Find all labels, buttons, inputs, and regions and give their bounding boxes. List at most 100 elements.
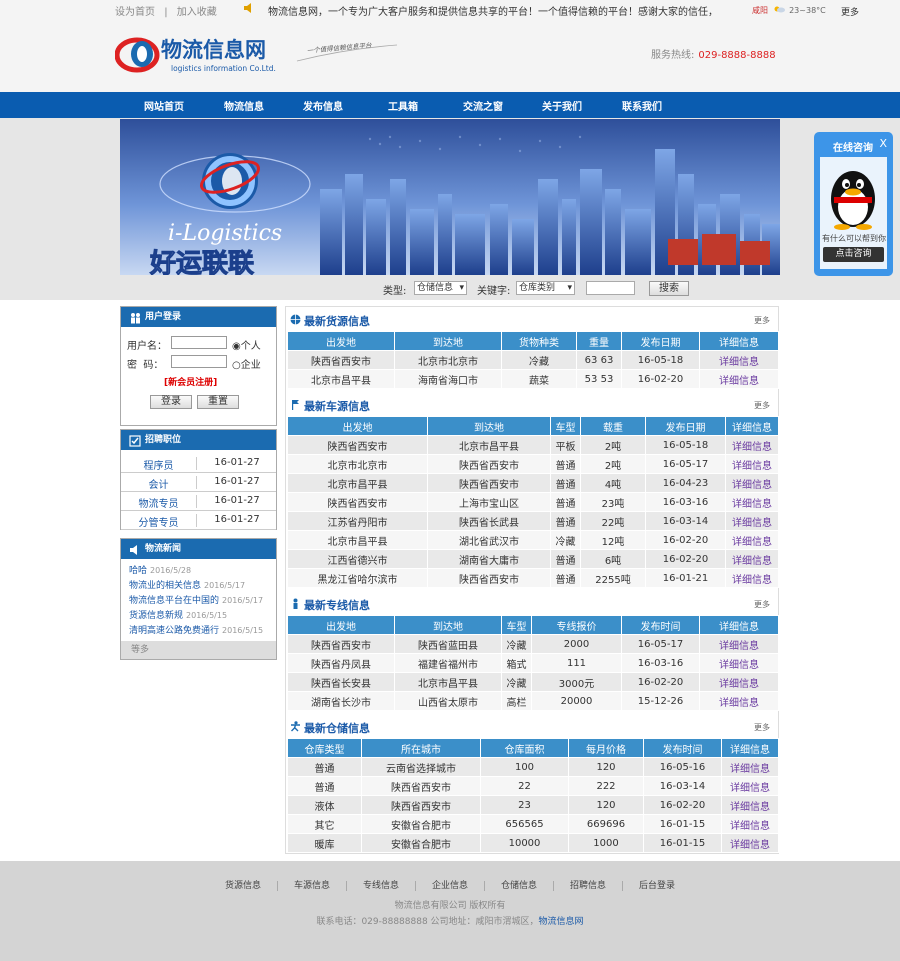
column-header: 详细信息 — [725, 416, 779, 436]
table-row: 江苏省丹阳市 陕西省长武县 普通 22吨 16-03-14 详细信息 — [287, 511, 779, 531]
radio-company[interactable]: ○企业 — [232, 356, 261, 371]
detail-link[interactable]: 详细信息 — [725, 473, 779, 493]
detail-link[interactable]: 详细信息 — [725, 454, 779, 474]
storage-more-link[interactable]: 更多 — [754, 722, 770, 733]
table-cell: 普通 — [550, 511, 581, 531]
detail-link[interactable]: 详细信息 — [699, 634, 779, 654]
detail-link[interactable]: 详细信息 — [725, 549, 779, 569]
detail-link[interactable]: 详细信息 — [721, 776, 779, 796]
detail-link[interactable]: 详细信息 — [721, 757, 779, 777]
goods-more-link[interactable]: 更多 — [754, 315, 770, 326]
login-button[interactable]: 登录 — [150, 395, 192, 409]
nav-publish[interactable]: 发布信息 — [303, 98, 343, 113]
password-input[interactable] — [171, 355, 227, 368]
table-cell: 陕西省西安市 — [287, 634, 395, 654]
table-row: 北京市北京市 陕西省西安市 普通 2吨 16-05-17 详细信息 — [287, 454, 779, 474]
nav-about[interactable]: 关于我们 — [542, 98, 582, 113]
storage-section-header: 最新仓储信息 更多 — [288, 718, 778, 736]
footer-site-link[interactable]: 物流信息网 — [539, 917, 584, 927]
weather-more-link[interactable]: 更多 — [841, 5, 859, 18]
detail-link[interactable]: 详细信息 — [725, 492, 779, 512]
footer-link[interactable]: 货源信息 — [208, 881, 278, 891]
detail-link[interactable]: 详细信息 — [725, 435, 779, 455]
table-row: 黑龙江省哈尔滨市 陕西省西安市 普通 2255吨 16-01-21 详细信息 — [287, 568, 779, 588]
column-header: 车型 — [501, 615, 532, 635]
main-nav: 网站首页 物流信息 发布信息 工具箱 交流之窗 关于我们 联系我们 — [0, 92, 900, 118]
news-title-link[interactable]: 货源信息新规 — [129, 611, 183, 621]
table-cell: 16-02-20 — [643, 795, 722, 815]
vehicles-more-link[interactable]: 更多 — [754, 400, 770, 411]
weather-icon — [774, 6, 785, 13]
list-item: 程序员 16-01-27 — [121, 454, 276, 473]
nav-toolbox[interactable]: 工具箱 — [388, 98, 418, 113]
add-favorite-link[interactable]: 加入收藏 — [177, 7, 217, 18]
job-title-link[interactable]: 程序员 — [121, 457, 197, 472]
table-cell: 陕西省西安市 — [427, 473, 551, 493]
detail-link[interactable]: 详细信息 — [725, 511, 779, 531]
consult-button[interactable]: 点击咨询 — [823, 247, 884, 262]
table-cell: 暖库 — [287, 833, 362, 853]
set-homepage-link[interactable]: 设为首页 — [115, 7, 155, 18]
weather-city: 咸阳 — [752, 6, 768, 15]
detail-link[interactable]: 详细信息 — [699, 350, 779, 370]
vehicles-title: 最新车源信息 — [304, 400, 370, 413]
news-title-link[interactable]: 哈哈 — [129, 566, 147, 576]
search-category-select[interactable]: 仓库类别 — [516, 281, 575, 295]
table-cell: 云南省选择城市 — [361, 757, 481, 777]
footer-link[interactable]: 专线信息 — [346, 881, 416, 891]
list-item: 会计 16-01-27 — [121, 473, 276, 492]
detail-link[interactable]: 详细信息 — [721, 814, 779, 834]
search-input[interactable] — [586, 281, 635, 295]
detail-link[interactable]: 详细信息 — [721, 795, 779, 815]
table-cell: 16-05-17 — [645, 454, 726, 474]
table-cell: 其它 — [287, 814, 362, 834]
detail-link[interactable]: 详细信息 — [725, 568, 779, 588]
nav-logistics-info[interactable]: 物流信息 — [224, 98, 264, 113]
footer-link[interactable]: 企业信息 — [415, 881, 485, 891]
news-title-link[interactable]: 清明高速公路免费通行 — [129, 626, 219, 636]
detail-link[interactable]: 详细信息 — [699, 369, 779, 389]
detail-link[interactable]: 详细信息 — [721, 833, 779, 853]
table-cell: 16-03-16 — [645, 492, 726, 512]
news-header: 物流新闻 — [121, 539, 276, 559]
banner-image: i-Logistics 好运联联 — [120, 119, 780, 275]
detail-link[interactable]: 详细信息 — [725, 530, 779, 550]
search-button[interactable]: 搜索 — [649, 281, 689, 296]
reset-button[interactable]: 重置 — [197, 395, 239, 409]
radio-personal[interactable]: ◉个人 — [232, 337, 261, 352]
close-icon[interactable]: X — [879, 137, 887, 150]
detail-link[interactable]: 详细信息 — [699, 653, 779, 673]
news-title-link[interactable]: 物流业的相关信息 — [129, 581, 201, 591]
detail-link[interactable]: 详细信息 — [699, 691, 779, 711]
nav-exchange[interactable]: 交流之窗 — [463, 98, 503, 113]
nav-contact[interactable]: 联系我们 — [622, 98, 662, 113]
footer-link[interactable]: 招聘信息 — [554, 881, 624, 891]
search-type-select[interactable]: 仓储信息 — [414, 281, 467, 295]
footer-link[interactable]: 仓储信息 — [485, 881, 555, 891]
table-cell: 高栏 — [501, 691, 532, 711]
job-date: 16-01-27 — [214, 514, 260, 525]
job-title-link[interactable]: 会计 — [121, 476, 197, 491]
table-cell: 平板 — [550, 435, 581, 455]
news-date: 2016/5/17 — [204, 581, 246, 590]
detail-link[interactable]: 详细信息 — [699, 672, 779, 692]
news-more-link[interactable]: 等多 — [121, 641, 276, 659]
table-cell: 陕西省西安市 — [287, 350, 395, 370]
footer-link[interactable]: 后台登录 — [623, 881, 691, 891]
table-cell: 656565 — [480, 814, 569, 834]
table-cell: 北京市昌平县 — [287, 530, 428, 550]
speaker-icon — [243, 2, 255, 14]
job-title-link[interactable]: 物流专员 — [121, 495, 197, 510]
nav-home[interactable]: 网站首页 — [144, 98, 184, 113]
news-title-link[interactable]: 物流信息平台在中国的 — [129, 596, 219, 606]
lines-more-link[interactable]: 更多 — [754, 599, 770, 610]
site-logo[interactable]: 物流信息网 logistics information Co.Ltd. 一个值得… — [114, 33, 400, 78]
table-cell: 16-04-23 — [645, 473, 726, 493]
footer-link[interactable]: 车源信息 — [277, 881, 347, 891]
job-title-link[interactable]: 分管专员 — [121, 514, 197, 529]
register-link[interactable]: [新会员注册] — [164, 375, 217, 388]
table-row: 陕西省西安市 北京市昌平县 平板 2吨 16-05-18 详细信息 — [287, 435, 779, 455]
table-cell: 陕西省西安市 — [287, 435, 428, 455]
table-row: 陕西省西安市 北京市北京市 冷藏 63 63 16-05-18 详细信息 — [287, 350, 779, 370]
username-input[interactable] — [171, 336, 227, 349]
